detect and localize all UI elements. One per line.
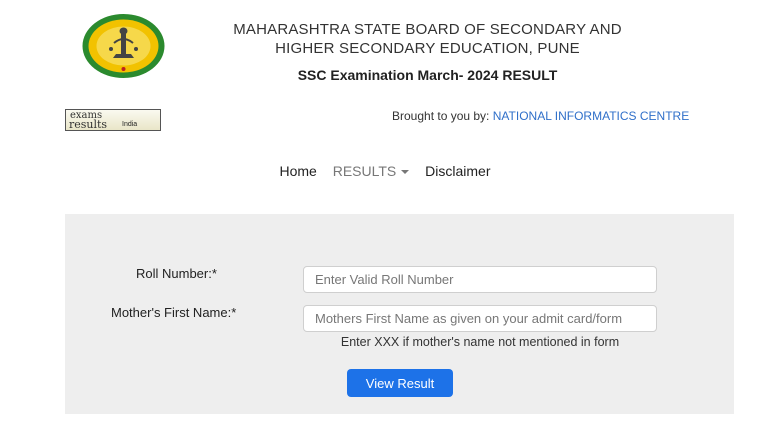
roll-number-input[interactable]	[303, 266, 657, 293]
nav-results-label: RESULTS	[332, 163, 397, 179]
caret-down-icon	[401, 170, 410, 175]
credit-line: Brought to you by: NATIONAL INFORMATICS …	[392, 109, 689, 123]
india-logo-word: India	[122, 121, 138, 128]
board-name-line-2: HIGHER SECONDARY EDUCATION, PUNE	[275, 40, 580, 57]
roll-number-label: Roll Number:*	[136, 266, 217, 281]
exams-results-logo[interactable]: exams results India	[65, 109, 161, 131]
nic-link[interactable]: NATIONAL INFORMATICS CENTRE	[493, 109, 689, 123]
exam-title: SSC Examination March- 2024 RESULT	[297, 67, 558, 83]
board-seal-logo	[82, 14, 165, 78]
mother-name-label: Mother's First Name:*	[111, 305, 237, 320]
board-name-line-1: MAHARASHTRA STATE BOARD OF SECONDARY AND	[233, 21, 622, 38]
results-logo-word: results	[69, 118, 108, 131]
nav-disclaimer[interactable]: Disclaimer	[425, 163, 490, 179]
main-nav: Home RESULTS Disclaimer	[0, 163, 770, 179]
mother-name-input[interactable]	[303, 305, 657, 332]
credit-prefix: Brought to you by:	[392, 109, 490, 123]
nav-home[interactable]: Home	[279, 163, 316, 179]
view-result-button[interactable]: View Result	[347, 369, 453, 397]
nav-results-dropdown[interactable]: RESULTS	[333, 163, 410, 179]
mother-name-hint: Enter XXX if mother's name not mentioned…	[340, 335, 620, 349]
